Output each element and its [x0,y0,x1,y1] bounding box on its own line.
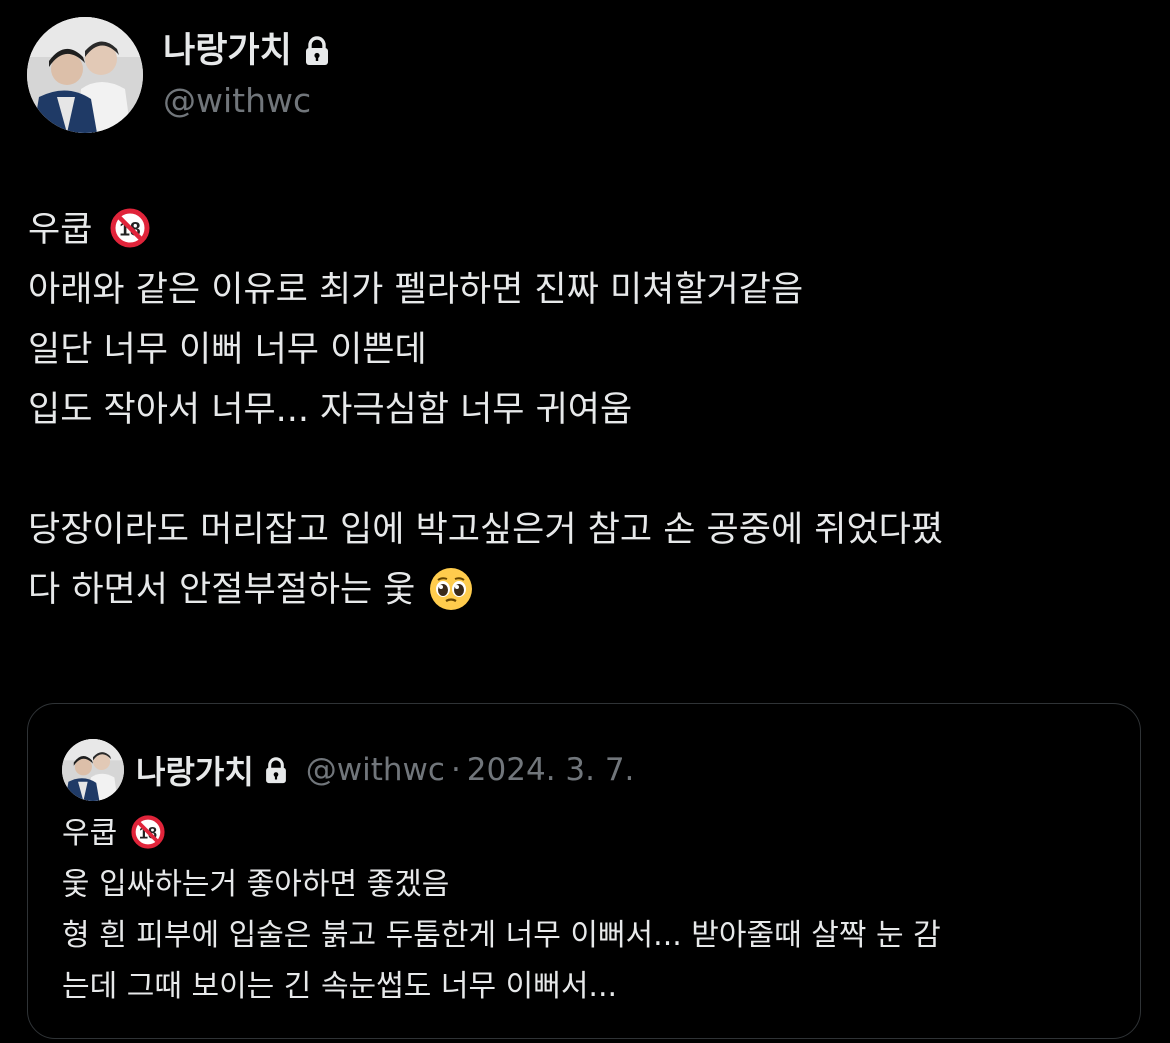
display-name[interactable]: 나랑가치 [163,29,292,73]
tweet-line: 아래와 같은 이유로 최가 펠라하면 진짜 미쳐할거같음 [28,270,804,310]
tweet-header: 나랑가치 @withwc [27,17,727,133]
quoted-tweet[interactable]: 나랑가치 @withwc · 2024. 3. 7. 우쿱 18 웇 입싸하는거… [27,703,1141,1039]
quoted-display-name: 나랑가치 [136,753,254,791]
no-under-18-icon: 18 [131,815,165,849]
tweet: 나랑가치 @withwc 우쿱 18 아래와 같은 이유로 최가 펠라하면 진짜… [0,0,1170,1043]
pleading-face-icon [429,568,472,610]
tweet-line-text: 우쿱 [28,210,93,250]
tweet-line: 입도 작아서 너무... 자극심함 너무 귀여움 [28,390,633,430]
quoted-line-text: 우쿱 [62,816,118,851]
tweet-line-text: 다 하면서 안절부절하는 웇 [28,570,416,610]
tweet-line: 당장이라도 머리잡고 입에 박고싶은거 참고 손 공중에 쥐었다폈 [28,510,944,550]
tweet-line: 일단 너무 이뻐 너무 이쁜데 [28,330,427,370]
lock-icon [305,36,328,65]
tweet-line: 다 하면서 안절부절하는 웇 [28,560,1148,620]
name-row: 나랑가치 [163,29,330,73]
quoted-line: 형 흰 피부에 입술은 붉고 두툼한게 너무 이뻐서... 받아줄때 살짝 눈 … [62,918,941,953]
quoted-handle: @withwc [305,752,445,788]
quoted-line: 우쿱 18 [62,808,1122,859]
quoted-tweet-text: 우쿱 18 웇 입싸하는거 좋아하면 좋겠음 형 흰 피부에 입술은 붉고 두툼… [62,808,1122,1012]
lock-icon [265,756,286,783]
quoted-avatar [62,739,124,801]
avatar-photo [27,17,143,133]
tweet-text: 우쿱 18 아래와 같은 이유로 최가 펠라하면 진짜 미쳐할거같음 일단 너무… [28,200,1148,620]
no-under-18-icon: 18 [110,208,150,248]
quoted-line: 웇 입싸하는거 좋아하면 좋겠음 [62,867,450,902]
separator-dot: · [450,752,461,788]
avatar-photo [62,739,124,801]
avatar[interactable] [27,17,143,133]
quoted-date: 2024. 3. 7. [466,752,635,788]
tweet-line: 우쿱 18 [28,200,1148,260]
quoted-tweet-header: 나랑가치 @withwc · 2024. 3. 7. [62,738,634,802]
quoted-line: 는데 그때 보이는 긴 속눈썹도 너무 이뻐서... [62,969,618,1004]
handle[interactable]: @withwc [163,79,311,123]
